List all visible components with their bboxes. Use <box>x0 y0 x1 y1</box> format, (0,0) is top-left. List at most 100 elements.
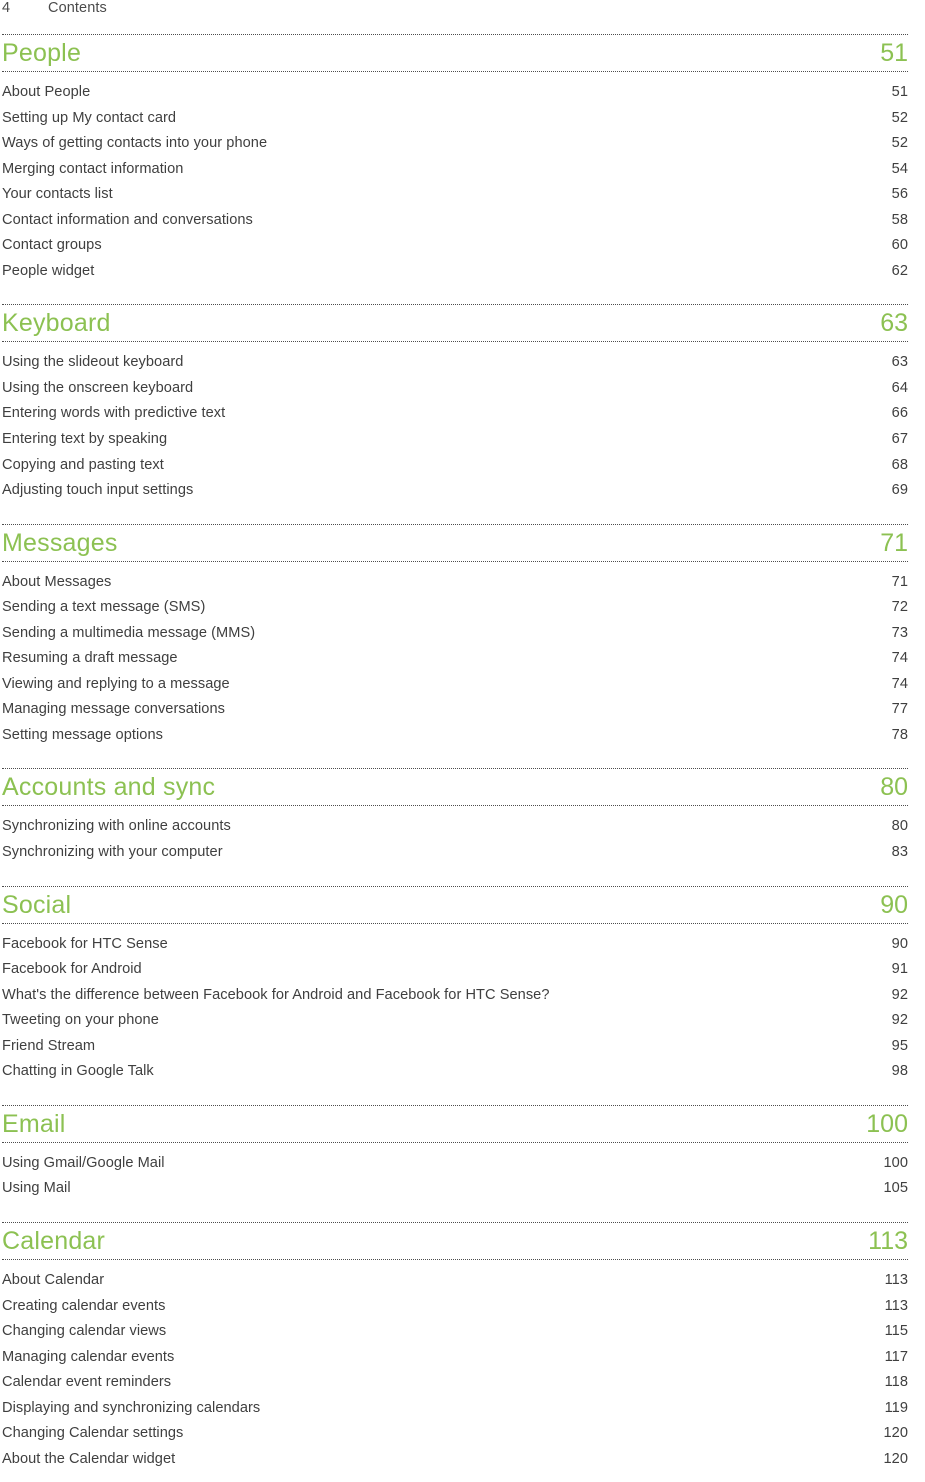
toc-section-page-number: 63 <box>880 309 908 338</box>
toc-entry-page-number: 71 <box>891 573 908 590</box>
toc-section-page-number: 71 <box>880 528 908 557</box>
toc-entry-title: Setting message options <box>2 726 163 743</box>
toc-entry-page-number: 51 <box>891 84 908 100</box>
toc-entry-page-number: 56 <box>891 186 908 203</box>
toc-entry[interactable]: Managing message conversations 77 <box>2 697 908 723</box>
toc-entry[interactable]: Your contacts list 56 <box>2 182 908 208</box>
toc-entry-title: Changing calendar views <box>2 1323 167 1340</box>
toc-entry-page-number: 68 <box>891 456 908 473</box>
toc-section-title: Messages <box>2 528 118 557</box>
toc-section-page-number: 80 <box>880 773 908 802</box>
toc-entry[interactable]: Entering text by speaking 67 <box>2 427 908 453</box>
toc-entry-list: Synchronizing with online accounts 80 Sync… <box>2 806 908 875</box>
toc-entry-title: Chatting in Google Talk <box>2 1063 154 1080</box>
toc-entry[interactable]: Viewing and replying to a message 74 <box>2 672 908 698</box>
toc-entry[interactable]: Contact groups 60 <box>2 233 908 259</box>
toc-entry[interactable]: Using Mail 105 <box>2 1176 908 1202</box>
toc-section-heading[interactable]: Email 100 <box>2 1104 908 1143</box>
toc-entry[interactable]: Managing calendar events 117 <box>2 1345 908 1371</box>
toc-entry[interactable]: Setting message options 78 <box>2 723 908 749</box>
toc-entry-title: Changing Calendar settings <box>2 1425 184 1442</box>
toc-entry-title: Setting up My contact card <box>2 109 177 126</box>
toc-entry-title: People widget <box>2 262 95 279</box>
toc-entry-title: Copying and pasting text <box>2 456 164 473</box>
toc-entry[interactable]: Entering words with predictive text 66 <box>2 401 908 427</box>
page-folio-number: 4 <box>2 0 11 16</box>
toc-entry-page-number: 66 <box>891 405 908 422</box>
toc-entry-page-number: 63 <box>891 354 908 371</box>
toc-section: Messages 71 About Messages 71 Sending a text… <box>2 523 908 759</box>
toc-entry[interactable]: Synchronizing with online accounts 80 <box>2 814 908 840</box>
toc-section: Social 90 Facebook for HTC Sense 90 Facebook… <box>2 885 908 1095</box>
toc-entry-page-number: 98 <box>891 1063 908 1080</box>
toc-entry[interactable]: Using the slideout keyboard 63 <box>2 350 908 376</box>
toc-entry[interactable]: Ways of getting contacts into your phone… <box>2 131 908 157</box>
toc-entry[interactable]: Merging contact information 54 <box>2 157 908 183</box>
toc-entry-title: Ways of getting contacts into your phone <box>2 135 268 152</box>
toc-entry-title: Viewing and replying to a message <box>2 675 230 692</box>
toc-entry[interactable]: Using Gmail/Google Mail 100 <box>2 1151 908 1177</box>
toc-section: Accounts and sync 80 Synchronizing with on… <box>2 768 908 875</box>
toc-entry[interactable]: Displaying and synchronizing calendars 11… <box>2 1396 908 1422</box>
toc-entry[interactable]: Tweeting on your phone 92 <box>2 1008 908 1034</box>
toc-entry-title: Friend Stream <box>2 1037 96 1054</box>
toc-entry-title: Sending a multimedia message (MMS) <box>2 624 256 641</box>
toc-section-heading[interactable]: People 51 <box>2 34 908 72</box>
toc-entry[interactable]: People widget 62 <box>2 259 908 285</box>
toc-entry[interactable]: Resuming a draft message 74 <box>2 646 908 672</box>
toc-entry[interactable]: Copying and pasting text 68 <box>2 453 908 479</box>
toc-entry-title: Facebook for Android <box>2 961 142 978</box>
toc-entry[interactable]: About People 51 <box>2 80 908 106</box>
toc-entry-page-number: 120 <box>883 1425 908 1442</box>
toc-section-heading[interactable]: Messages 71 <box>2 523 908 562</box>
toc-entry-title: About Messages <box>2 573 112 590</box>
toc-entry[interactable]: About the Calendar widget 120 <box>2 1447 908 1473</box>
toc-entry[interactable]: Changing calendar views 115 <box>2 1319 908 1345</box>
toc-entry-page-number: 95 <box>891 1037 908 1054</box>
toc-entry-title: Using Gmail/Google Mail <box>2 1154 165 1171</box>
toc-section-heading[interactable]: Keyboard 63 <box>2 304 908 343</box>
toc-entry-title: Calendar event reminders <box>2 1374 172 1391</box>
toc-section-page-number: 51 <box>880 39 908 67</box>
toc-section-heading[interactable]: Accounts and sync 80 <box>2 768 908 807</box>
toc-entry-list: About Messages 71 Sending a text message (… <box>2 562 908 759</box>
toc-entry-page-number: 52 <box>891 135 908 152</box>
toc-entry-page-number: 77 <box>891 701 908 718</box>
toc-entry-page-number: 113 <box>884 1297 908 1314</box>
toc-entry[interactable]: Facebook for HTC Sense 90 <box>2 932 908 958</box>
toc-section-heading[interactable]: Social 90 <box>2 885 908 924</box>
toc-entry[interactable]: Synchronizing with your computer 83 <box>2 840 908 866</box>
toc-entry-list: Facebook for HTC Sense 90 Facebook for And… <box>2 924 908 1095</box>
toc-entry[interactable]: Changing Calendar settings 120 <box>2 1421 908 1447</box>
toc-entry-title: Merging contact information <box>2 160 184 177</box>
running-header: 4 Contents <box>2 0 908 26</box>
toc-entry[interactable]: Facebook for Android 91 <box>2 957 908 983</box>
toc-entry[interactable]: Chatting in Google Talk 98 <box>2 1059 908 1085</box>
toc-entry[interactable]: About Calendar 113 <box>2 1268 908 1294</box>
toc-section-title: Calendar <box>2 1226 106 1255</box>
toc-entry[interactable]: Adjusting touch input settings 69 <box>2 478 908 504</box>
toc-entry[interactable]: What's the difference between Facebook f… <box>2 983 908 1009</box>
toc-entry-page-number: 74 <box>891 650 908 667</box>
toc-entry[interactable]: About Messages 71 <box>2 570 908 596</box>
running-header-title: Contents <box>48 0 107 16</box>
toc-entry-title: Synchronizing with your computer <box>2 844 223 861</box>
toc-entry-page-number: 91 <box>891 961 908 978</box>
toc-entry[interactable]: Using the onscreen keyboard 64 <box>2 376 908 402</box>
toc-entry[interactable]: Friend Stream 95 <box>2 1034 908 1060</box>
toc-section: Email 100 Using Gmail/Google Mail 100 Using … <box>2 1104 908 1212</box>
toc-entry[interactable]: Sending a multimedia message (MMS) 73 <box>2 621 908 647</box>
toc-entry-page-number: 73 <box>891 624 908 641</box>
toc-entry[interactable]: Creating calendar events 113 <box>2 1294 908 1320</box>
contents-page: 4 Contents People 51 About People 51 Setting… <box>0 0 925 1467</box>
toc-entry-page-number: 58 <box>891 211 908 228</box>
toc-entry-title: Managing calendar events <box>2 1348 175 1365</box>
toc-entry-title: Your contacts list <box>2 186 113 203</box>
toc-section-title: Accounts and sync <box>2 773 216 802</box>
toc-entry[interactable]: Setting up My contact card 52 <box>2 106 908 132</box>
toc-entry-title: Resuming a draft message <box>2 650 178 667</box>
toc-entry[interactable]: Contact information and conversations 58 <box>2 208 908 234</box>
toc-entry[interactable]: Calendar event reminders 118 <box>2 1370 908 1396</box>
toc-section-heading[interactable]: Calendar 113 <box>2 1221 908 1260</box>
toc-entry[interactable]: Sending a text message (SMS) 72 <box>2 595 908 621</box>
